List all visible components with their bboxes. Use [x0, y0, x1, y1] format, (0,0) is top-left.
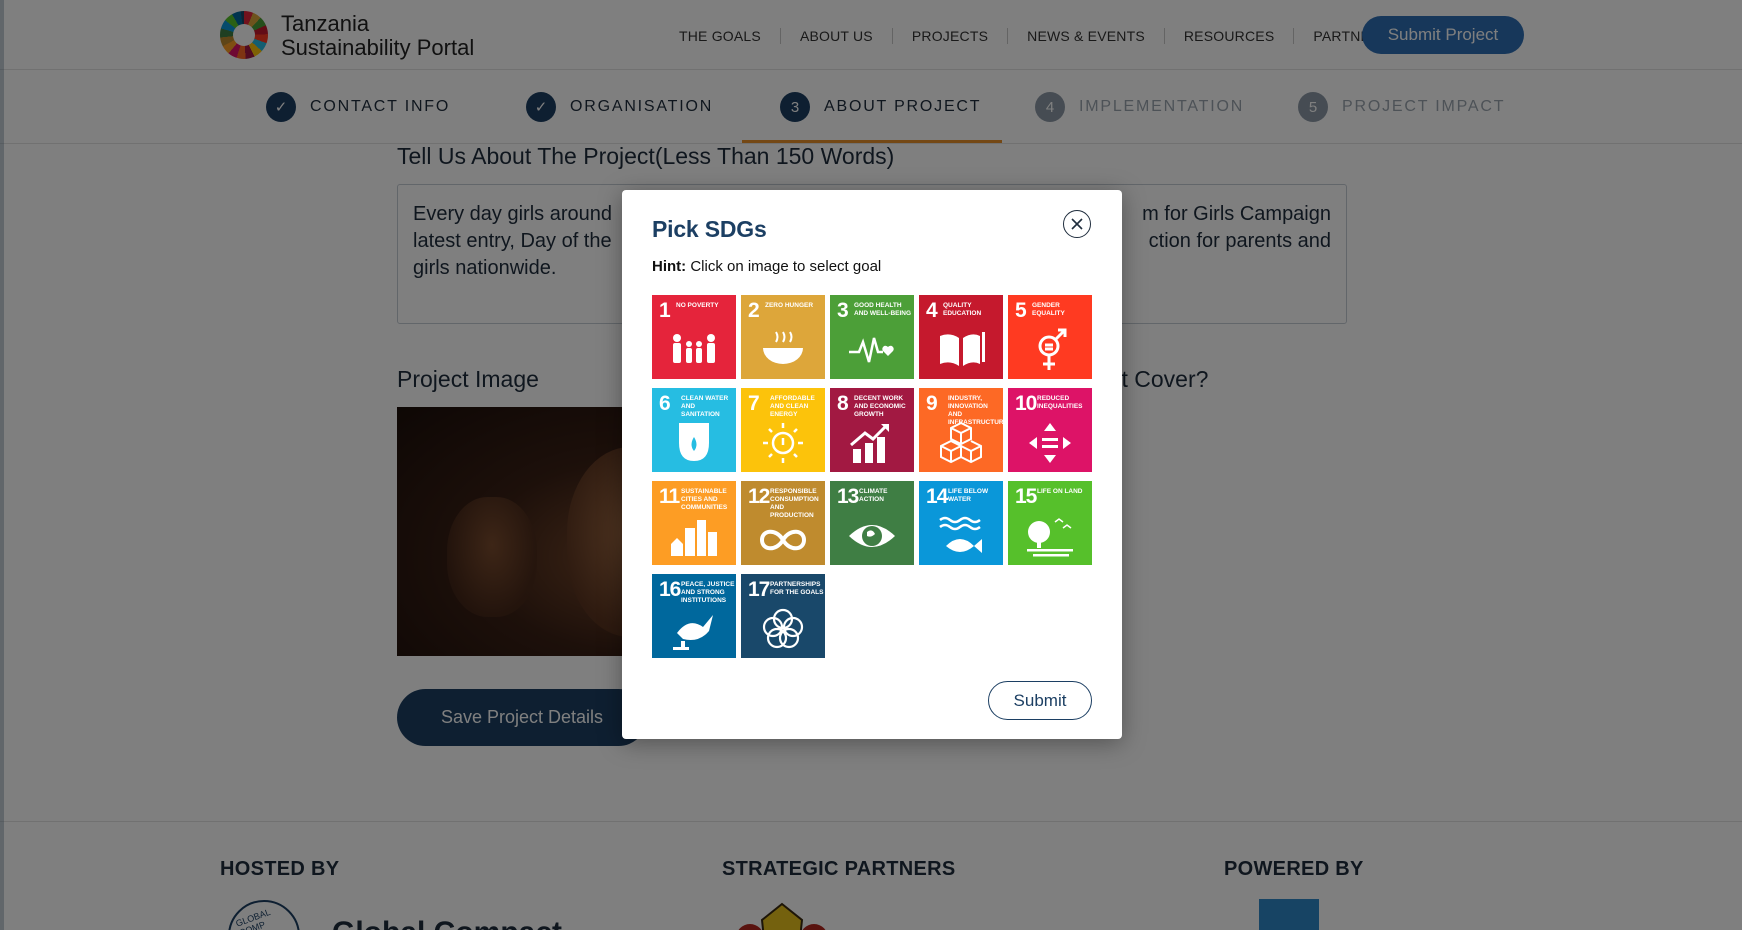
sdg-tile-2[interactable]: 2 ZERO HUNGER: [741, 295, 825, 379]
tile-number: 5: [1015, 299, 1027, 322]
sdg-tile-7[interactable]: 7 AFFORDABLE AND CLEAN ENERGY: [741, 388, 825, 472]
sdg-tile-1[interactable]: 1 NO POVERTY: [652, 295, 736, 379]
sdg-tile-6[interactable]: 6 CLEAN WATER AND SANITATION: [652, 388, 736, 472]
tile-label: LIFE ON LAND: [1037, 488, 1083, 495]
hint-body: Click on image to select goal: [686, 258, 882, 275]
rings-icon: [762, 608, 804, 649]
sdg-submit-button[interactable]: Submit: [988, 681, 1092, 720]
close-button[interactable]: [1063, 210, 1091, 238]
pick-sdgs-dialog: Pick SDGs Hint: Click on image to select…: [622, 190, 1122, 739]
book-icon: [940, 332, 985, 366]
family-icon: [673, 334, 715, 363]
tile-label: CLIMATE ACTION: [859, 488, 888, 503]
tile-number: 2: [748, 299, 760, 322]
sdg-tile-16[interactable]: 16 PEACE, JUSTICE AND STRONG INSTITUTION…: [652, 574, 736, 658]
window-edge: [0, 0, 4, 930]
hint-label: Hint:: [652, 258, 687, 275]
bowl-icon: [763, 331, 803, 364]
sdg-tile-9[interactable]: 9 INDUSTRY, INNOVATION AND INFRASTRUCTUR…: [919, 388, 1003, 472]
tile-label: PARTNERSHIPS FOR THE GOALS: [770, 581, 824, 596]
sdg-tile-17[interactable]: 17 PARTNERSHIPS FOR THE GOALS: [741, 574, 825, 658]
sdg-tile-5[interactable]: 5 GENDER EQUALITY: [1008, 295, 1092, 379]
tile-label: CLEAN WATER AND SANITATION: [681, 395, 729, 418]
city-icon: [671, 520, 717, 556]
eye-globe-icon: [849, 525, 895, 547]
sdg-tile-13[interactable]: 13 CLIMATE ACTION: [830, 481, 914, 565]
tile-number: 7: [748, 392, 760, 415]
hint-text: Hint: Click on image to select goal: [652, 258, 881, 275]
cubes-icon: [940, 421, 982, 464]
tile-number: 15: [1015, 485, 1037, 508]
tile-number: 10: [1015, 392, 1037, 415]
close-icon: [1071, 218, 1083, 230]
tile-number: 8: [837, 392, 849, 415]
sdg-tile-15[interactable]: 15 LIFE ON LAND: [1008, 481, 1092, 565]
tile-number: 9: [926, 392, 938, 415]
tile-label: SUSTAINABLE CITIES AND COMMUNITIES: [681, 488, 728, 511]
tile-label: PEACE, JUSTICE AND STRONG INSTITUTIONS: [681, 581, 735, 604]
sdg-tile-3[interactable]: 3 GOOD HEALTH AND WELL-BEING: [830, 295, 914, 379]
tile-number: 14: [926, 485, 948, 508]
sdg-tile-14[interactable]: 14 LIFE BELOW WATER: [919, 481, 1003, 565]
sdg-tile-10[interactable]: 10 REDUCED INEQUALITIES: [1008, 388, 1092, 472]
tile-label: GOOD HEALTH AND WELL-BEING: [854, 302, 912, 317]
tile-number: 4: [926, 299, 938, 322]
tile-number: 1: [659, 299, 671, 322]
tile-label: AFFORDABLE AND CLEAN ENERGY: [770, 395, 815, 418]
dialog-title: Pick SDGs: [652, 216, 767, 242]
sdg-tile-12[interactable]: 12 RESPONSIBLE CONSUMPTION AND PRODUCTIO…: [741, 481, 825, 565]
water-icon: [679, 423, 709, 461]
tile-number: 12: [748, 485, 770, 508]
tile-label: REDUCED INEQUALITIES: [1037, 395, 1083, 410]
tile-label: DECENT WORK AND ECONOMIC GROWTH: [854, 395, 906, 418]
tile-number: 3: [837, 299, 849, 322]
sdg-grid: 1 NO POVERTY 2 ZERO HUNGER 3 GOOD HEALTH…: [652, 295, 1092, 658]
tile-label: NO POVERTY: [676, 302, 719, 309]
equal-arrows-icon: [1029, 423, 1071, 463]
sun-icon: [763, 423, 803, 463]
tile-label: GENDER EQUALITY: [1032, 302, 1065, 317]
gender-icon: [1038, 328, 1067, 370]
growth-chart-icon: [850, 423, 889, 463]
tile-number: 17: [748, 578, 770, 601]
fish-icon: [939, 516, 982, 553]
tile-number: 11: [659, 485, 680, 508]
tile-label: LIFE BELOW WATER: [948, 488, 989, 503]
sdg-tile-11[interactable]: 11 SUSTAINABLE CITIES AND COMMUNITIES: [652, 481, 736, 565]
tile-number: 6: [659, 392, 671, 415]
tile-label: ZERO HUNGER: [765, 302, 814, 309]
sdg-tile-8[interactable]: 8 DECENT WORK AND ECONOMIC GROWTH: [830, 388, 914, 472]
infinity-icon: [759, 529, 807, 551]
tile-label: QUALITY EDUCATION: [943, 302, 982, 317]
tree-icon: [1027, 518, 1073, 557]
heartbeat-icon: [849, 337, 894, 363]
sdg-tile-4[interactable]: 4 QUALITY EDUCATION: [919, 295, 1003, 379]
tile-number: 13: [837, 485, 859, 508]
dove-icon: [673, 615, 713, 650]
tile-number: 16: [659, 578, 681, 601]
